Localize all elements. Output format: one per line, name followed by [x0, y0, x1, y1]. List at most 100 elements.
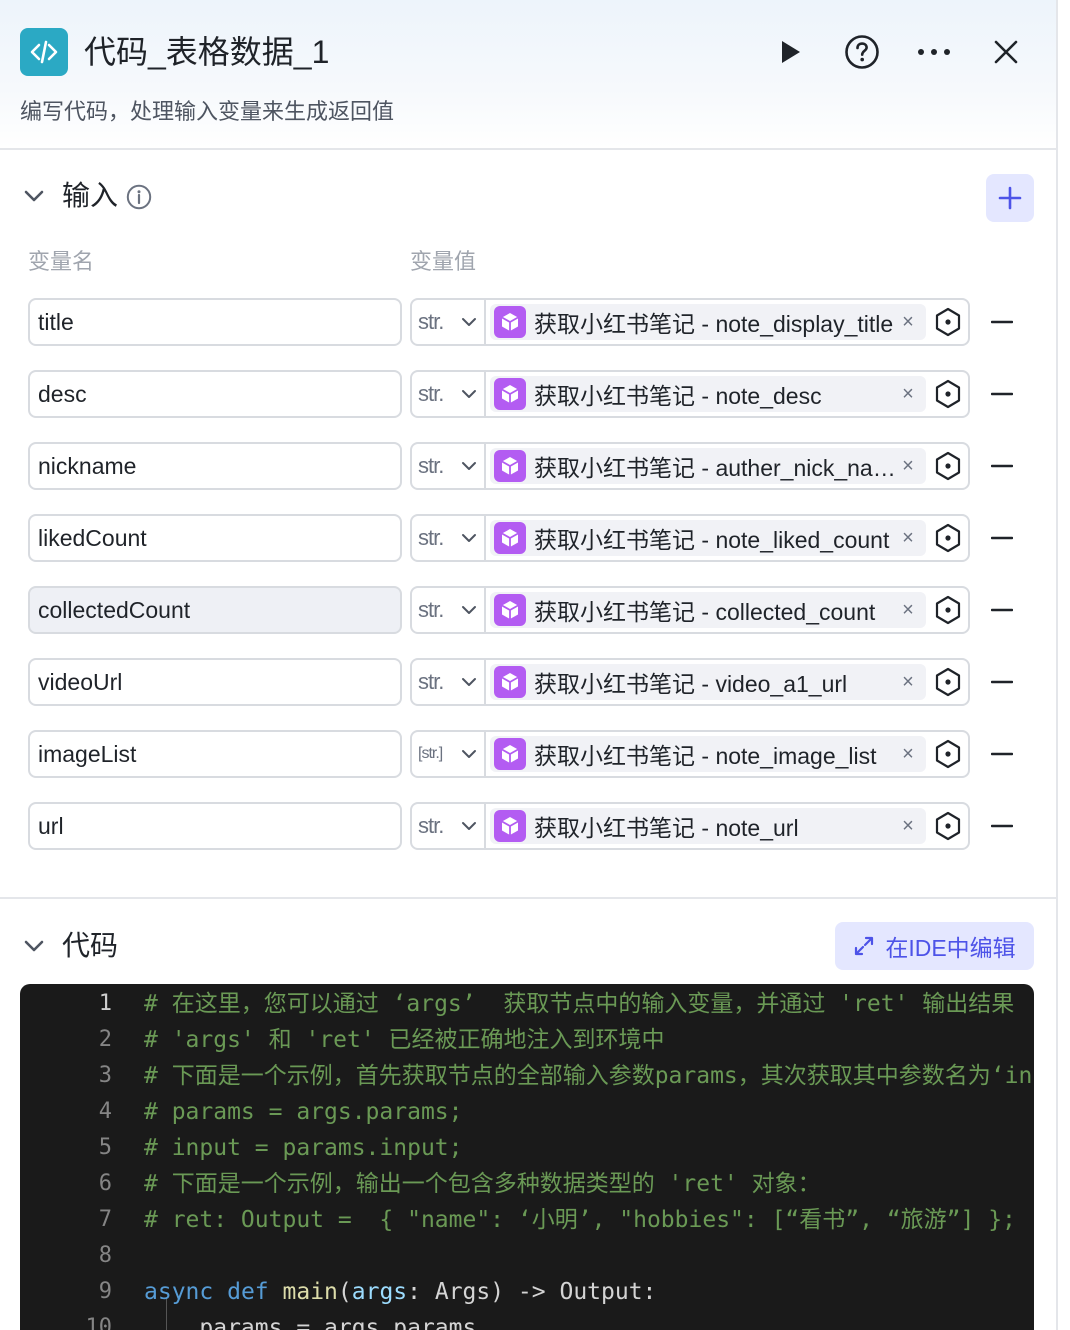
variable-reference-tag[interactable]: 获取小红书笔记 - collected_count ×	[490, 592, 926, 628]
clear-reference-icon[interactable]: ×	[896, 814, 920, 838]
line-number: 10	[85, 1315, 113, 1330]
code-line: 6 # 下面是一个示例，输出一个包含多种数据类型的 'ret' 对象：	[20, 1166, 1034, 1202]
variable-reference-tag[interactable]: 获取小红书笔记 - note_desc ×	[490, 376, 926, 412]
reference-text: 获取小红书笔记 - note_liked_count	[534, 527, 890, 553]
variable-name-input[interactable]: collectedCount	[28, 586, 402, 634]
type-select[interactable]: str.	[412, 516, 486, 560]
close-button[interactable]	[984, 30, 1028, 74]
edit-in-ide-label: 在IDE中编辑	[885, 935, 1016, 961]
code-text: # 下面是一个示例，首先获取节点的全部输入参数params，其次获取其中参数名为…	[144, 1063, 1034, 1089]
variable-reference-tag[interactable]: 获取小红书笔记 - note_image_list ×	[490, 736, 926, 772]
code-node-panel: 代码_表格数据_1 编写代码，处理输入变量来生成返回值 输入 变量名 变量值 t…	[0, 0, 1058, 1330]
variable-value-field: str. 获取小红书笔记 - note_display_title ×	[410, 298, 970, 346]
remove-input-button[interactable]	[986, 668, 1018, 696]
scrollbar-thumb[interactable]	[1062, 8, 1068, 1330]
variable-ref-icon[interactable]	[932, 810, 964, 842]
plugin-cube-icon	[494, 810, 526, 842]
variable-ref-icon[interactable]	[932, 522, 964, 554]
type-select[interactable]: [str.]	[412, 732, 486, 776]
variable-name-input[interactable]: url	[28, 802, 402, 850]
variable-reference-tag[interactable]: 获取小红书笔记 - note_url ×	[490, 808, 926, 844]
input-row: videoUrl str. 获取小红书笔记 - video_a1_url ×	[0, 658, 1056, 708]
type-select[interactable]: str.	[412, 444, 486, 488]
code-line: 4 # params = args.params;	[20, 1094, 1034, 1130]
minus-icon	[991, 824, 1013, 828]
remove-input-button[interactable]	[986, 524, 1018, 552]
remove-input-button[interactable]	[986, 740, 1018, 768]
code-line: 1 # 在这里，您可以通过 ‘args’ 获取节点中的输入变量，并通过 'ret'…	[20, 986, 1034, 1022]
minus-icon	[991, 680, 1013, 684]
edit-in-ide-button[interactable]: 在IDE中编辑	[835, 922, 1034, 970]
node-description[interactable]: 编写代码，处理输入变量来生成返回值	[20, 96, 394, 128]
minus-icon	[991, 536, 1013, 540]
remove-input-button[interactable]	[986, 596, 1018, 624]
code-text: # params = args.params;	[144, 1099, 463, 1125]
remove-input-button[interactable]	[986, 452, 1018, 480]
chevron-down-icon[interactable]	[22, 184, 46, 208]
code-content: # params = args.params;	[144, 1094, 463, 1130]
column-label-name: 变量名	[28, 249, 95, 274]
node-title[interactable]: 代码_表格数据_1	[84, 30, 329, 74]
type-label: str.	[418, 381, 444, 406]
panel-header: 代码_表格数据_1 编写代码，处理输入变量来生成返回值	[0, 0, 1056, 150]
variable-name-input[interactable]: nickname	[28, 442, 402, 490]
variable-value-field: str. 获取小红书笔记 - note_url ×	[410, 802, 970, 850]
variable-reference-tag[interactable]: 获取小红书笔记 - note_display_title ×	[490, 304, 926, 340]
type-select[interactable]: str.	[412, 588, 486, 632]
scrollbar[interactable]	[1060, 0, 1070, 1330]
variable-name-input[interactable]: title	[28, 298, 402, 346]
code-text: # ret: Output = { "name": ‘小明’, "hobbies…	[144, 1207, 1016, 1233]
type-select[interactable]: str.	[412, 372, 486, 416]
info-icon[interactable]	[126, 184, 152, 210]
remove-input-button[interactable]	[986, 308, 1018, 336]
variable-name-input[interactable]: likedCount	[28, 514, 402, 562]
minus-icon	[991, 464, 1013, 468]
play-icon	[782, 41, 800, 63]
clear-reference-icon[interactable]: ×	[896, 310, 920, 334]
variable-ref-icon[interactable]	[932, 378, 964, 410]
help-button[interactable]	[840, 30, 884, 74]
clear-reference-icon[interactable]: ×	[896, 454, 920, 478]
code-section-title: 代码	[62, 930, 119, 961]
code-editor[interactable]: 1 # 在这里，您可以通过 ‘args’ 获取节点中的输入变量，并通过 'ret'…	[20, 984, 1034, 1330]
code-token: async	[144, 1279, 214, 1305]
minus-icon	[991, 608, 1013, 612]
variable-name-input[interactable]: desc	[28, 370, 402, 418]
expand-icon	[855, 936, 874, 956]
clear-reference-icon[interactable]: ×	[896, 670, 920, 694]
clear-reference-icon[interactable]: ×	[896, 742, 920, 766]
reference-text: 获取小红书笔记 - note_display_title	[534, 311, 894, 337]
variable-ref-icon[interactable]	[932, 738, 964, 770]
plugin-cube-icon	[494, 594, 526, 626]
type-select[interactable]: str.	[412, 300, 486, 344]
variable-reference-tag[interactable]: 获取小红书笔记 - video_a1_url ×	[490, 664, 926, 700]
type-select[interactable]: str.	[412, 660, 486, 704]
variable-reference-tag[interactable]: 获取小红书笔记 - note_liked_count ×	[490, 520, 926, 556]
chevron-down-icon[interactable]	[22, 934, 46, 958]
clear-reference-icon[interactable]: ×	[896, 598, 920, 622]
type-label: str.	[418, 309, 444, 334]
reference-text: 获取小红书笔记 - note_desc	[534, 383, 822, 409]
run-button[interactable]	[768, 30, 812, 74]
code-line: 2 # 'args' 和 'ret' 已经被正确地注入到环境中	[20, 1022, 1034, 1058]
clear-reference-icon[interactable]: ×	[896, 382, 920, 406]
variable-ref-icon[interactable]	[932, 666, 964, 698]
more-button[interactable]	[912, 30, 956, 74]
type-select[interactable]: str.	[412, 804, 486, 848]
remove-input-button[interactable]	[986, 380, 1018, 408]
input-row: likedCount str. 获取小红书笔记 - note_liked_count…	[0, 514, 1056, 564]
variable-value-field: str. 获取小红书笔记 - note_liked_count ×	[410, 514, 970, 562]
variable-ref-icon[interactable]	[932, 450, 964, 482]
code-text: # 下面是一个示例，输出一个包含多种数据类型的 'ret' 对象：	[144, 1171, 821, 1197]
code-token: : Args) -> Output:	[407, 1279, 657, 1305]
type-label: str.	[418, 813, 444, 838]
remove-input-button[interactable]	[986, 812, 1018, 840]
variable-name-input[interactable]: videoUrl	[28, 658, 402, 706]
variable-name-input[interactable]: imageList	[28, 730, 402, 778]
add-input-button[interactable]	[986, 174, 1034, 222]
variable-ref-icon[interactable]	[932, 594, 964, 626]
code-icon	[20, 28, 68, 76]
variable-ref-icon[interactable]	[932, 306, 964, 338]
variable-reference-tag[interactable]: 获取小红书笔记 - auther_nick_name ×	[490, 448, 926, 484]
clear-reference-icon[interactable]: ×	[896, 526, 920, 550]
